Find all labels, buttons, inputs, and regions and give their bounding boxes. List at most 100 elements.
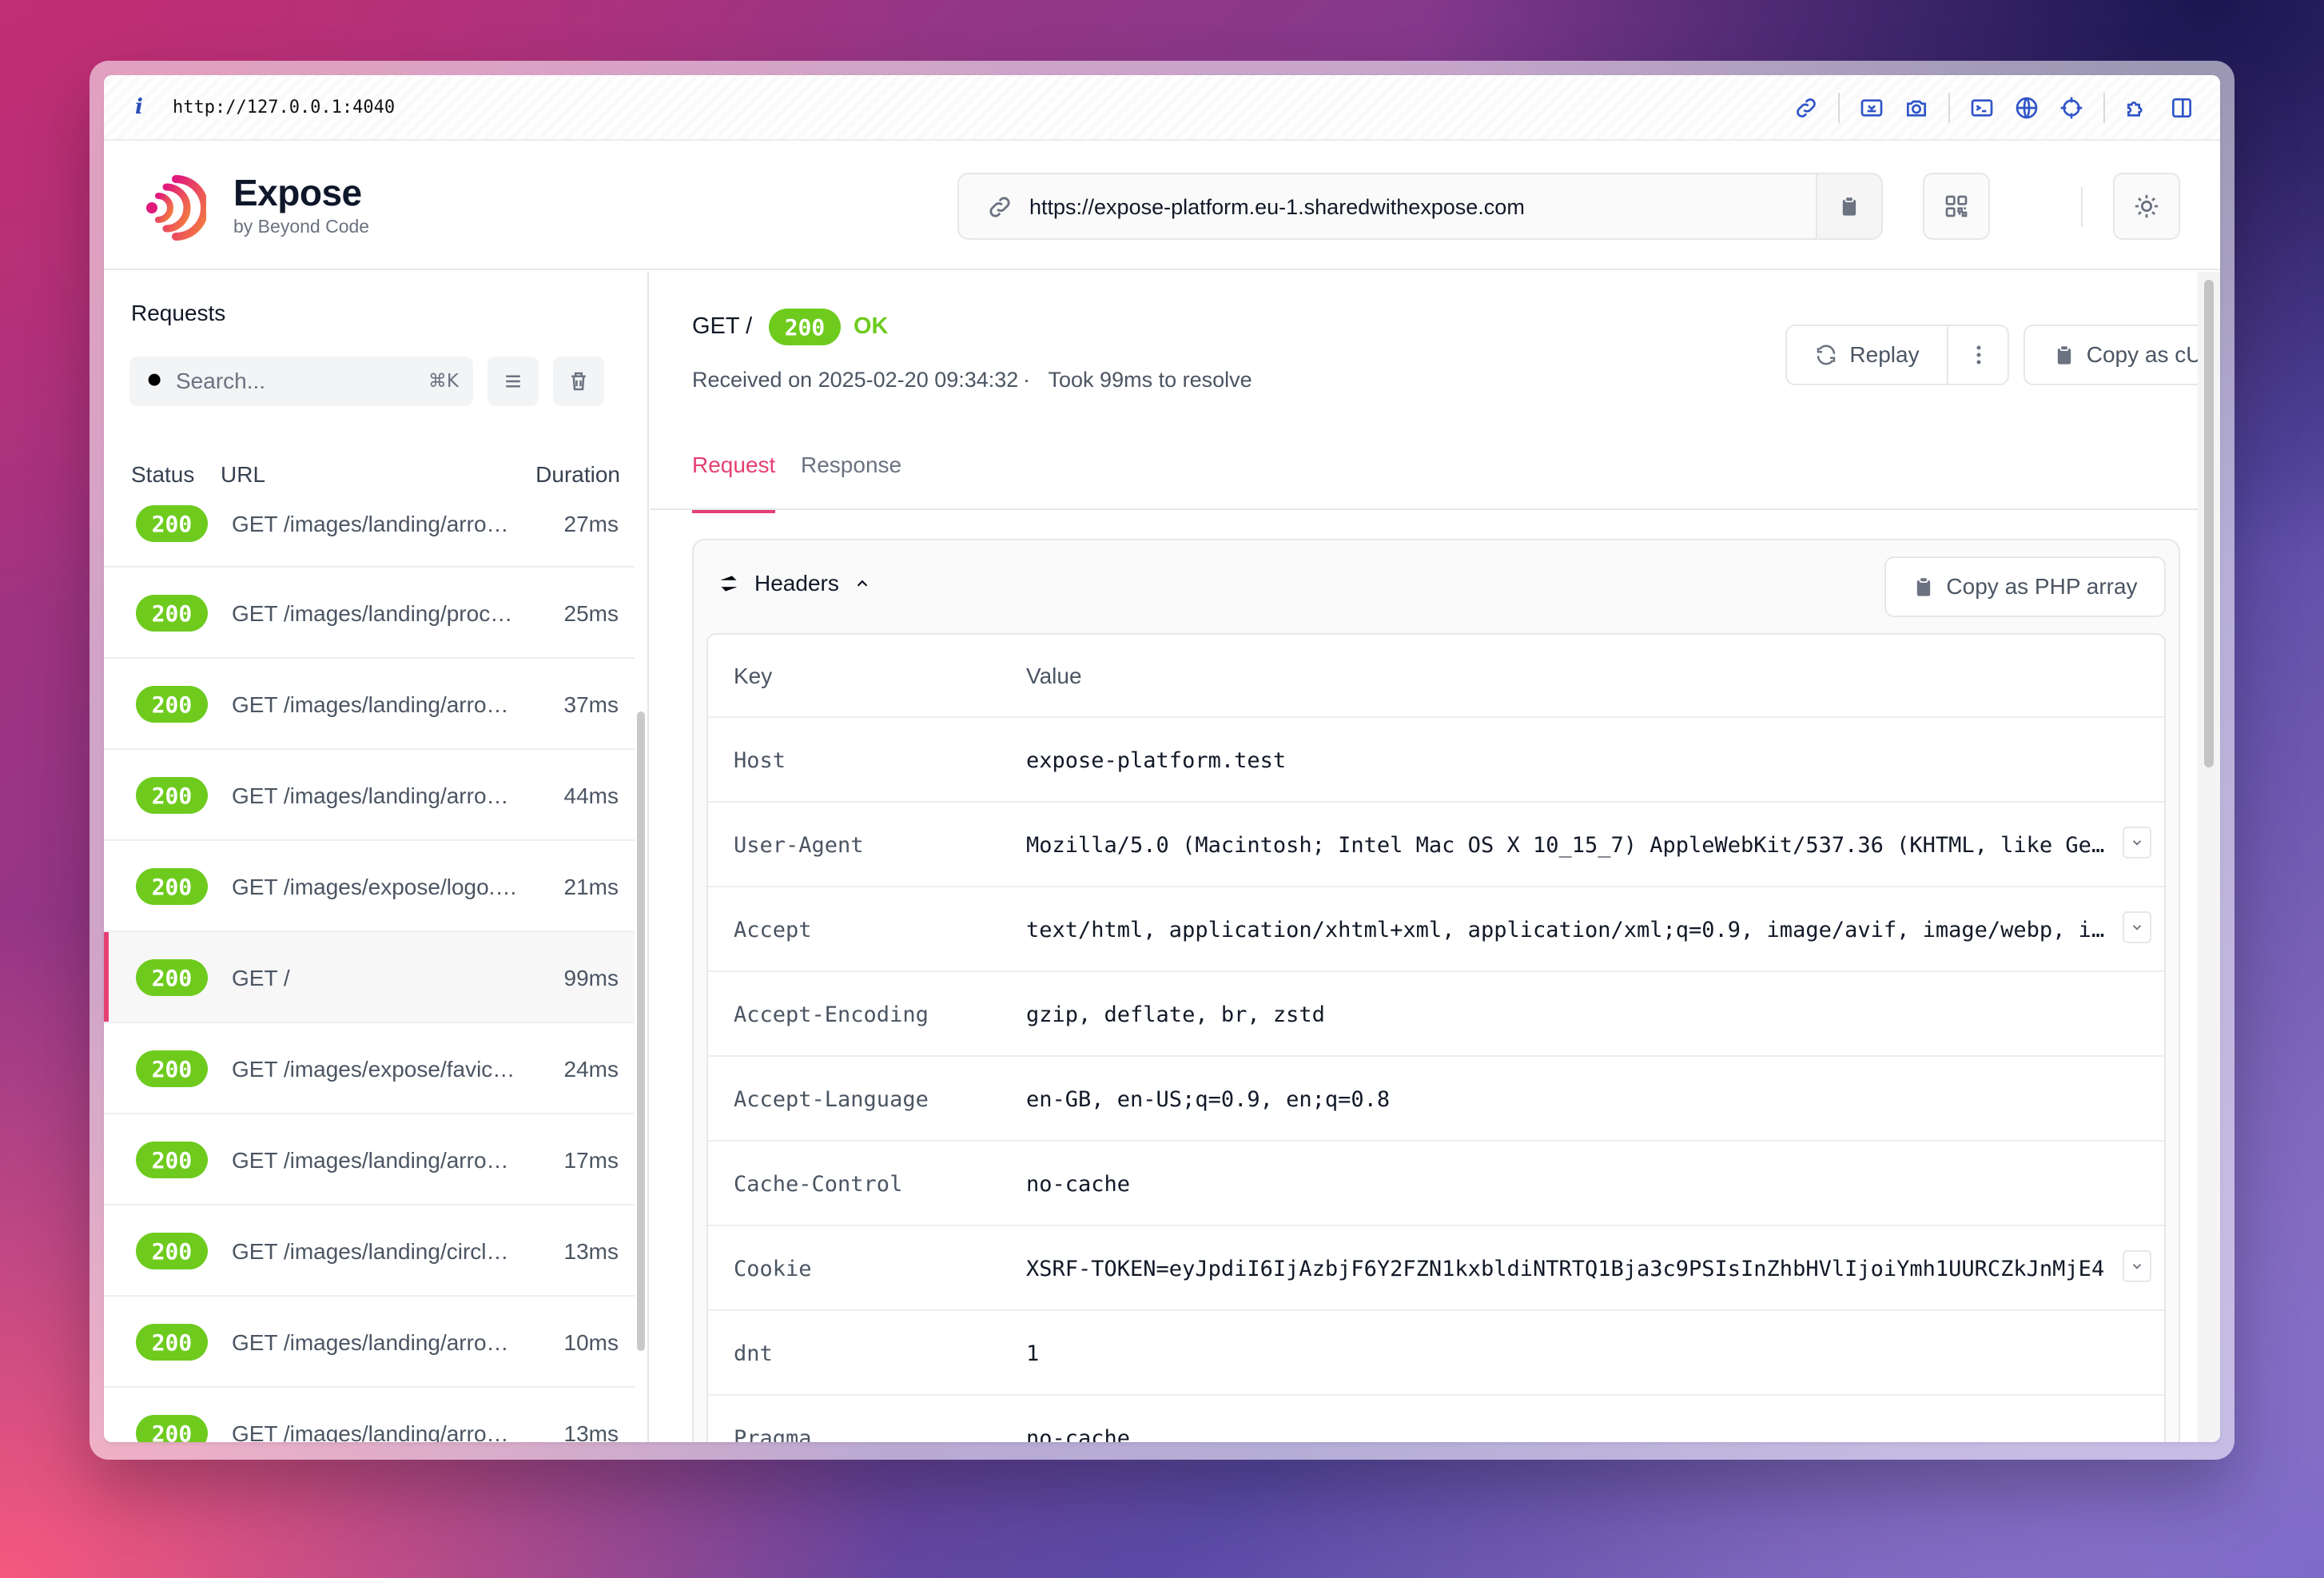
request-row[interactable]: 200 GET /images/landing/circle.svg 13ms xyxy=(104,1205,635,1297)
request-row[interactable]: 200 GET /images/landing/arrow-6.svg 13ms xyxy=(104,1388,635,1442)
headers-toggle[interactable]: Headers xyxy=(718,571,871,596)
column-duration[interactable]: Duration xyxy=(535,462,620,488)
request-url: GET /images/landing/arrow-2.svg xyxy=(232,692,519,717)
search-icon xyxy=(148,373,164,389)
browser-toolbar: i http://127.0.0.1:4040 xyxy=(104,75,2220,141)
request-row[interactable]: 200 GET /images/expose/favicon.png 24ms xyxy=(104,1023,635,1114)
search-input[interactable] xyxy=(176,357,424,406)
copy-share-url-button[interactable] xyxy=(1816,174,1881,238)
qr-code-button[interactable] xyxy=(1923,173,1990,240)
request-row[interactable]: 200 GET /images/landing/arrow-1.svg 27ms xyxy=(104,504,635,568)
app-window: i http://127.0.0.1:4040 Expose by Beyond… xyxy=(104,75,2220,1442)
headers-table: Key Value Host expose-platform.test User… xyxy=(706,633,2166,1442)
replay-button[interactable]: Replay xyxy=(1787,326,1947,384)
trash-icon xyxy=(571,372,586,391)
header-value[interactable]: Mozilla/5.0 (Macintosh; Intel Mac OS X 1… xyxy=(1026,833,2107,858)
tab-request[interactable]: Request xyxy=(692,452,776,513)
status-badge: 200 xyxy=(136,686,208,723)
sidebar-scrollbar[interactable] xyxy=(635,464,647,1442)
request-row[interactable]: 200 GET /images/landing/arrow-4.svg 17ms xyxy=(104,1114,635,1205)
header-key: Cookie xyxy=(734,1257,812,1281)
copy-curl-button[interactable]: Copy as cURL xyxy=(2024,325,2220,385)
header-key: Pragma xyxy=(734,1426,812,1442)
table-row: Host expose-platform.test xyxy=(708,718,2164,803)
status-badge: 200 xyxy=(136,959,208,996)
header-value[interactable]: XSRF-TOKEN=eyJpdiI6IjAzbjF6Y2FZN1kxbldiN… xyxy=(1026,1257,2107,1281)
request-duration: 24ms xyxy=(563,1057,619,1082)
tab-response[interactable]: Response xyxy=(801,452,901,510)
link-icon xyxy=(986,193,1013,221)
request-duration: 17ms xyxy=(563,1148,619,1173)
detail-scrollbar-thumb[interactable] xyxy=(2204,280,2214,767)
browser-address[interactable]: http://127.0.0.1:4040 xyxy=(173,98,395,118)
search-box[interactable]: ⌘K xyxy=(129,357,473,406)
camera-icon[interactable] xyxy=(1894,86,1939,130)
filter-button[interactable] xyxy=(487,357,539,406)
header-value[interactable]: en-GB, en-US;q=0.9, en;q=0.8 xyxy=(1026,1087,2107,1112)
status-badge: 200 xyxy=(136,1415,208,1442)
request-row-selected[interactable]: 200 GET / 99ms xyxy=(104,932,635,1023)
sidebar-scrollbar-thumb[interactable] xyxy=(637,711,645,1351)
replay-options-button[interactable] xyxy=(1947,326,2009,384)
request-row[interactable]: 200 GET /images/landing/arrow-2.svg 37ms xyxy=(104,659,635,750)
status-badge: 200 xyxy=(136,1142,208,1178)
request-list: 200 GET /images/landing/arrow-1.svg 27ms… xyxy=(104,504,635,1442)
crosshair-icon[interactable] xyxy=(2049,86,2094,130)
info-icon[interactable]: i xyxy=(128,95,150,119)
app-header: Expose by Beyond Code https://expose-pla… xyxy=(104,142,2220,270)
detail-scrollbar[interactable] xyxy=(2198,272,2220,1442)
request-row[interactable]: 200 GET /images/expose/logo.svg 21ms xyxy=(104,841,635,932)
request-url: GET /images/landing/process.svg xyxy=(232,601,519,626)
header-key: Host xyxy=(734,748,786,773)
terminal-icon[interactable] xyxy=(1960,86,2004,130)
duration-info: · Took 99ms to resolve xyxy=(1023,368,1252,393)
column-status[interactable]: Status xyxy=(131,462,194,488)
request-duration: 37ms xyxy=(563,692,619,717)
globe-icon[interactable] xyxy=(2004,86,2049,130)
header-value[interactable]: expose-platform.test xyxy=(1026,748,2107,773)
detail-tabs: Request Response xyxy=(651,416,2220,513)
replay-button-group: Replay xyxy=(1785,325,2009,385)
status-badge: 200 xyxy=(769,309,841,345)
app-subtitle: by Beyond Code xyxy=(233,216,370,237)
table-header-row: Key Value xyxy=(708,635,2164,718)
extensions-icon[interactable] xyxy=(2115,86,2159,130)
header-key: User-Agent xyxy=(734,833,864,858)
copy-php-array-button[interactable]: Copy as PHP array xyxy=(1884,556,2166,617)
header-value[interactable]: no-cache xyxy=(1026,1172,2107,1197)
expand-value-button[interactable] xyxy=(2123,1250,2151,1282)
column-value: Value xyxy=(1026,663,1082,688)
resolve-time: Took 99ms to resolve xyxy=(1048,368,1252,392)
header-key: Cache-Control xyxy=(734,1172,903,1197)
column-url[interactable]: URL xyxy=(221,462,265,488)
screenshot-region-icon[interactable] xyxy=(1849,86,1894,130)
status-text: OK xyxy=(854,313,889,339)
request-row[interactable]: 200 GET /images/landing/arrow-5.svg 10ms xyxy=(104,1297,635,1388)
request-duration: 13ms xyxy=(563,1421,619,1442)
request-url: GET / xyxy=(232,966,290,990)
share-url-text[interactable]: https://expose-platform.eu-1.sharedwithe… xyxy=(1029,195,1525,220)
status-badge: 200 xyxy=(136,868,208,905)
header-key: dnt xyxy=(734,1341,773,1366)
request-url: GET /images/landing/arrow-6.svg xyxy=(232,1421,519,1442)
expand-value-button[interactable] xyxy=(2123,827,2151,859)
table-row: Cookie XSRF-TOKEN=eyJpdiI6IjAzbjF6Y2FZN1… xyxy=(708,1226,2164,1311)
header-value[interactable]: text/html, application/xhtml+xml, applic… xyxy=(1026,918,2107,942)
header-value[interactable]: no-cache xyxy=(1026,1426,2107,1442)
request-duration: 21ms xyxy=(563,875,619,899)
app-title: Expose xyxy=(233,172,362,213)
header-value[interactable]: gzip, deflate, br, zstd xyxy=(1026,1002,2107,1027)
header-value[interactable]: 1 xyxy=(1026,1341,2107,1366)
expand-value-button[interactable] xyxy=(2123,911,2151,943)
status-badge: 200 xyxy=(136,1233,208,1269)
sidebar-toggle-icon[interactable] xyxy=(2159,86,2204,130)
share-url-field[interactable]: https://expose-platform.eu-1.sharedwithe… xyxy=(957,173,1883,240)
request-duration: 27ms xyxy=(563,512,619,536)
request-row[interactable]: 200 GET /images/landing/process.svg 25ms xyxy=(104,568,635,659)
column-key: Key xyxy=(734,663,773,688)
theme-toggle-button[interactable] xyxy=(2113,173,2180,240)
request-row[interactable]: 200 GET /images/landing/arrow-3.svg 44ms xyxy=(104,750,635,841)
link-icon[interactable] xyxy=(1784,86,1829,130)
headers-section: Headers Copy as PHP array Key Value Host… xyxy=(692,539,2180,1442)
clear-requests-button[interactable] xyxy=(553,357,604,406)
